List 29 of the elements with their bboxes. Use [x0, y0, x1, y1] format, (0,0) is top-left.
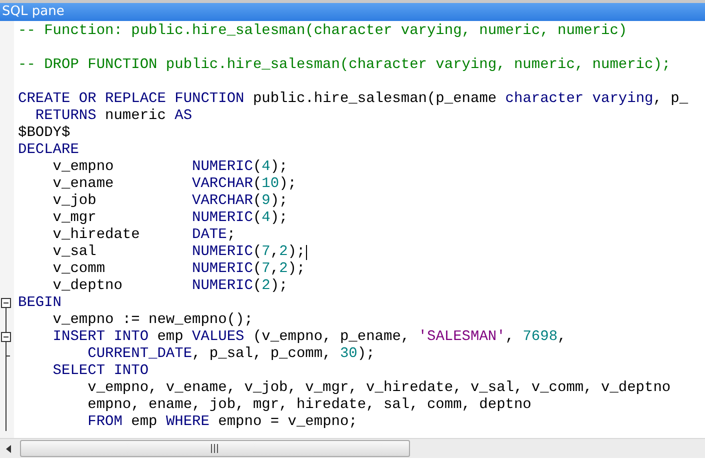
code-line: -- DROP FUNCTION public.hire_salesman(character varying, numeric, numeric);	[18, 57, 671, 74]
code-line: BEGIN	[18, 295, 62, 312]
grip-icon	[210, 444, 220, 453]
code-line: v_empno, v_ename, v_job, v_mgr, v_hiredate, v_sal, v_comm, v_deptno	[86, 380, 671, 397]
code-line: DECLARE	[18, 142, 79, 159]
code-line: v_ename VARCHAR(10);	[52, 176, 296, 193]
collapse-icon[interactable]	[0, 329, 12, 346]
code-line: CREATE OR REPLACE FUNCTION public.hire_salesman(p_ename character varying, p_	[18, 91, 688, 108]
code-line: v_comm NUMERIC(7,2);	[52, 261, 306, 278]
code-line: v_hiredate DATE;	[52, 227, 236, 244]
code-line: -- Function: public.hire_salesman(character varying, numeric, numeric)	[18, 23, 628, 40]
code-line: FROM emp WHERE empno = v_empno;	[86, 414, 358, 431]
code-line: v_sal NUMERIC(7,2);	[52, 244, 306, 261]
code-line: RETURNS numeric AS	[34, 108, 192, 125]
code-line: empno, ename, job, mgr, hiredate, sal, comm, deptno	[86, 397, 532, 414]
collapse-icon[interactable]	[0, 295, 12, 312]
code-line: CURRENT_DATE, p_sal, p_comm, 30);	[86, 346, 375, 363]
scroll-left-icon[interactable]	[4, 444, 14, 454]
code-line: v_job VARCHAR(9);	[52, 193, 288, 210]
code-line: $BODY$	[18, 125, 70, 142]
scrollbar-thumb[interactable]	[20, 440, 410, 457]
code-line: INSERT INTO emp VALUES (v_empno, p_ename, 'SALESMAN', 7698,	[52, 329, 566, 346]
code-line: v_mgr NUMERIC(4);	[52, 210, 288, 227]
pane-title-bar: SQL pane	[0, 3, 705, 21]
code-line: v_empno := new_empno();	[52, 312, 253, 329]
code-line: v_deptno NUMERIC(2);	[52, 278, 288, 295]
code-line: v_empno NUMERIC(4);	[52, 159, 288, 176]
horizontal-scrollbar[interactable]	[0, 438, 705, 458]
code-line: SELECT INTO	[52, 363, 149, 380]
